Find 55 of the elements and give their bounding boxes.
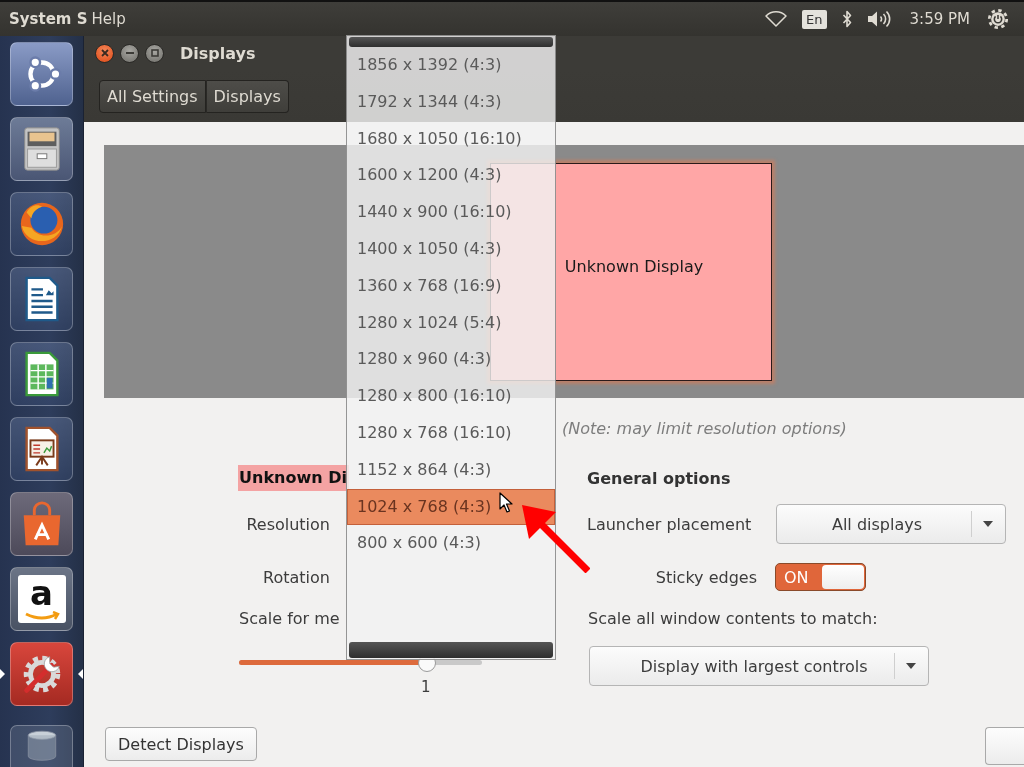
bluetooth-icon[interactable] bbox=[841, 10, 852, 28]
setting-label: Launcher placement bbox=[587, 514, 753, 534]
menu-item[interactable]: 1024 x 768 (4:3) bbox=[347, 488, 555, 526]
volume-icon[interactable] bbox=[866, 10, 891, 28]
mouse-cursor-icon bbox=[499, 492, 513, 513]
menu-scroll-bar[interactable] bbox=[349, 642, 553, 658]
menu-title[interactable]: Help bbox=[91, 10, 126, 28]
dropdown-button[interactable]: All displays bbox=[776, 504, 1006, 544]
setting-label: Resolution bbox=[245, 514, 330, 534]
maximize-button[interactable] bbox=[145, 43, 164, 63]
launcher-button[interactable]: a bbox=[9, 567, 74, 631]
menu-item[interactable]: 1792 x 1344 (4:3) bbox=[347, 83, 555, 121]
setting-label: Scale for me bbox=[238, 608, 340, 628]
launcher-button[interactable] bbox=[9, 192, 74, 256]
toggle-switch[interactable]: ON bbox=[775, 563, 866, 591]
menu-item[interactable]: 1856 x 1392 (4:3) bbox=[347, 47, 555, 84]
launcher-button[interactable] bbox=[9, 492, 74, 556]
launcher-button[interactable] bbox=[9, 725, 74, 767]
breadcrumb-button[interactable]: Displays bbox=[205, 79, 289, 113]
power-gear-icon[interactable] bbox=[987, 8, 1009, 30]
launcher-button[interactable] bbox=[9, 42, 74, 106]
slider-value: 1 bbox=[421, 678, 431, 696]
app-title: System S bbox=[9, 10, 88, 28]
setting-label: Rotation bbox=[262, 567, 330, 587]
annotation-arrow bbox=[520, 503, 590, 573]
maximize-icon bbox=[150, 49, 159, 57]
keyboard-layout-indicator[interactable]: En bbox=[802, 9, 827, 29]
caret-icon bbox=[983, 521, 993, 527]
wifi-icon[interactable] bbox=[765, 11, 788, 27]
minimize-button[interactable] bbox=[120, 43, 139, 63]
clock[interactable]: 3:59 PM bbox=[909, 10, 970, 28]
menu-scroll-bar[interactable] bbox=[349, 37, 553, 47]
launcher-button[interactable] bbox=[9, 342, 74, 406]
menu-item[interactable]: 1152 x 864 (4:3) bbox=[347, 451, 555, 489]
monitor-label: Unknown Display bbox=[564, 257, 704, 276]
launcher-button[interactable] bbox=[9, 417, 74, 481]
breadcrumb-button[interactable]: All Settings bbox=[99, 79, 206, 113]
menu-item[interactable]: 800 x 600 (4:3) bbox=[347, 525, 555, 563]
close-button[interactable] bbox=[95, 43, 114, 63]
close-icon bbox=[100, 49, 109, 57]
section-heading: General options bbox=[587, 468, 731, 488]
caret-icon bbox=[906, 663, 916, 669]
launcher-button[interactable] bbox=[9, 267, 74, 331]
menu-item[interactable]: 1280 x 800 (16:10) bbox=[347, 378, 555, 415]
detect-displays-button[interactable]: Detect Displays bbox=[105, 727, 257, 761]
setting-label: Sticky edges bbox=[654, 567, 757, 587]
dropdown-button[interactable]: Display with largest controls bbox=[589, 646, 929, 686]
menu-item[interactable]: 1280 x 768 (16:10) bbox=[347, 414, 555, 452]
minimize-icon bbox=[125, 51, 134, 55]
note-text: (Note: may limit resolution options) bbox=[562, 419, 847, 438]
window-title: Displays bbox=[180, 43, 256, 63]
launcher-button[interactable] bbox=[9, 117, 74, 181]
menu-item[interactable]: 1680 x 1050 (16:10) bbox=[347, 120, 555, 158]
setting-label: Scale all window contents to match: bbox=[587, 608, 878, 628]
display-name-label: Unknown Di bbox=[238, 465, 349, 491]
